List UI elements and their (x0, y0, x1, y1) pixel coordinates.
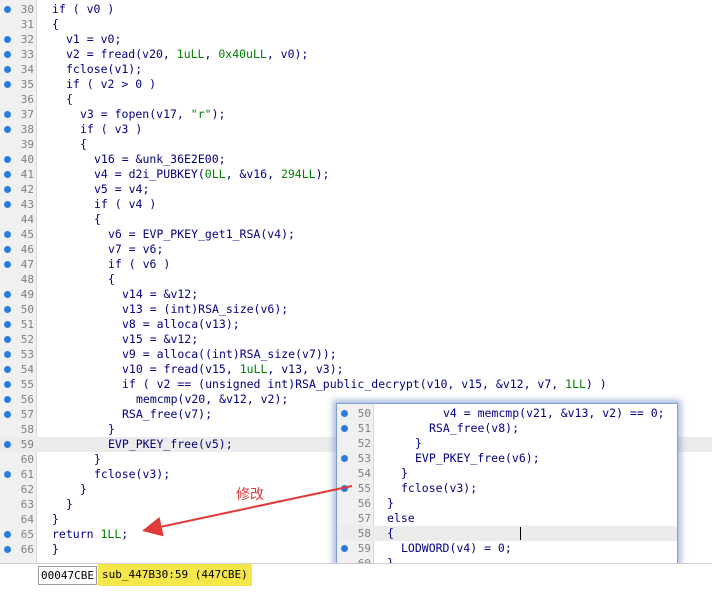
address-indicator: 00047CBE (38, 566, 97, 585)
status-bar: 00047CBE sub_447B30:59 (447CBE) (0, 563, 712, 593)
function-location: sub_447B30:59 (447CBE) (98, 564, 252, 586)
annotation-label: 修改 (236, 487, 264, 503)
annotation-arrow (142, 485, 353, 537)
